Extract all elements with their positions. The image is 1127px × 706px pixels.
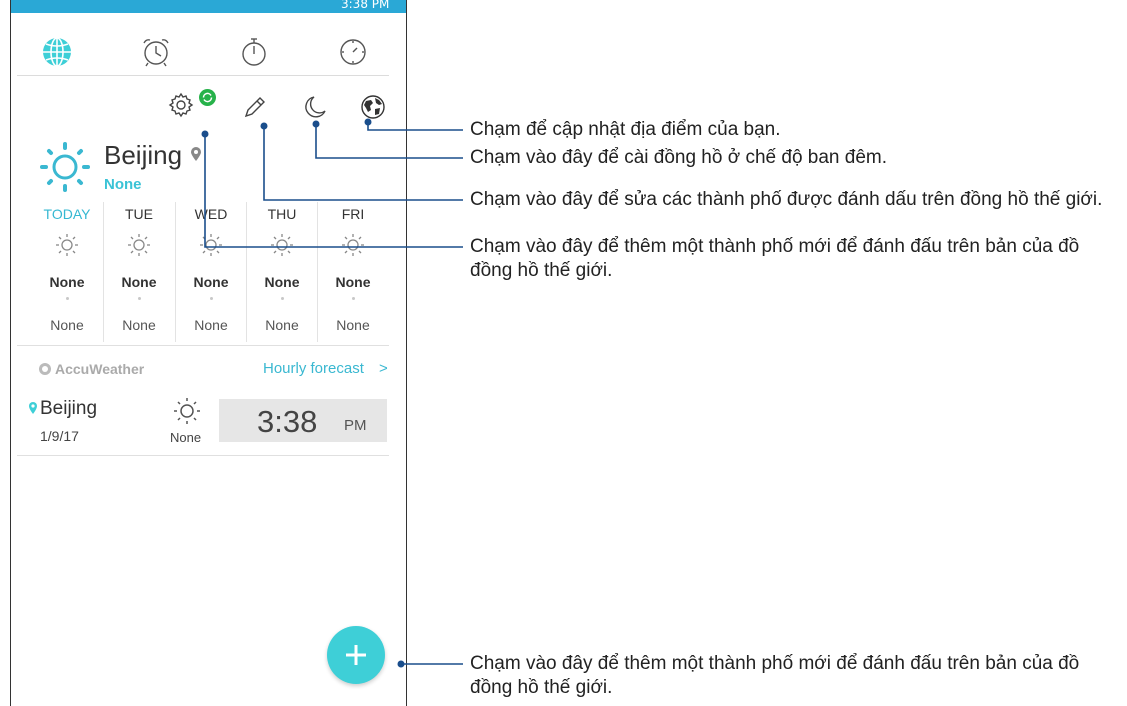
sun-icon xyxy=(200,234,222,256)
forecast-low: None xyxy=(336,317,370,333)
forecast-day-label: FRI xyxy=(341,206,365,222)
sun-icon xyxy=(174,398,200,424)
tab-world-clock[interactable] xyxy=(39,34,75,70)
forecast-day: THU None None xyxy=(246,202,316,342)
status-time: 3:38 PM xyxy=(341,0,390,11)
forecast-low: None xyxy=(50,317,84,333)
forecast-low: None xyxy=(194,317,228,333)
forecast-low: None xyxy=(265,317,299,333)
callout-update-location: Chạm để cập nhật địa điểm của bạn. xyxy=(470,119,781,140)
world-clock-ampm: PM xyxy=(344,417,367,434)
forecast-separator-dot xyxy=(352,297,355,300)
forecast-separator-dot xyxy=(138,297,141,300)
sun-icon xyxy=(271,234,293,256)
callout-edit-cities: Chạm vào đây để sửa các thành phố được đ… xyxy=(470,189,1103,210)
forecast-high: None xyxy=(335,274,371,290)
forecast-row: TODAY None None TUE None None WED None N… xyxy=(32,202,387,342)
settings-icon xyxy=(168,92,194,118)
night-mode-button[interactable] xyxy=(300,92,330,122)
sun-icon xyxy=(40,142,90,192)
world-clock-city[interactable]: Beijing xyxy=(40,398,97,420)
forecast-high: None xyxy=(49,274,85,290)
world-clock-time-box[interactable]: 3:38 PM xyxy=(219,399,387,442)
provider-logo: AccuWeather xyxy=(55,361,145,377)
edit-button[interactable] xyxy=(240,92,270,122)
sync-badge-icon xyxy=(199,89,216,106)
divider xyxy=(17,455,389,456)
tab-bar xyxy=(17,28,389,76)
timer-icon xyxy=(340,39,366,65)
tab-alarm[interactable] xyxy=(138,34,174,70)
forecast-day: TUE None None xyxy=(103,202,173,342)
forecast-low: None xyxy=(122,317,156,333)
sun-icon xyxy=(128,234,150,256)
alarm-clock-icon xyxy=(143,39,169,67)
divider xyxy=(17,345,389,346)
sun-icon xyxy=(342,234,364,256)
current-condition: None xyxy=(104,176,142,193)
callout-night-mode: Chạm vào đây để cài đồng hồ ở chế độ ban… xyxy=(470,147,888,168)
forecast-day: FRI None None xyxy=(317,202,387,342)
forecast-day-label: THU xyxy=(267,206,297,222)
world-clock-condition: None xyxy=(170,430,202,445)
forecast-day-label: TUE xyxy=(125,206,153,222)
moon-icon xyxy=(305,96,326,118)
forecast-high: None xyxy=(193,274,229,290)
edit-icon xyxy=(244,97,265,118)
hourly-forecast-link[interactable]: Hourly forecast xyxy=(263,360,364,377)
accuweather-sun-icon xyxy=(39,363,51,375)
tab-stopwatch[interactable] xyxy=(236,34,272,70)
forecast-separator-dot xyxy=(66,297,69,300)
callout-add-city-map: Chạm vào đây để thêm một thành phố mới đ… xyxy=(470,236,1080,281)
world-map-button[interactable] xyxy=(358,92,388,122)
forecast-high: None xyxy=(121,274,157,290)
earth-icon xyxy=(361,95,385,119)
location-pin-icon xyxy=(29,402,37,414)
forecast-day-label: WED xyxy=(194,206,228,222)
forecast-separator-dot xyxy=(210,297,213,300)
world-clock-date: 1/9/17 xyxy=(40,428,79,444)
forecast-high: None xyxy=(264,274,300,290)
chevron-right-icon[interactable]: > xyxy=(379,360,388,377)
settings-button[interactable] xyxy=(166,90,196,120)
status-bar: 3:38 PM xyxy=(11,0,406,13)
stopwatch-icon xyxy=(242,38,266,66)
sun-icon xyxy=(56,234,78,256)
callout-add-city-button: Chạm vào đây để thêm một thành phố mới đ… xyxy=(470,653,1080,698)
forecast-separator-dot xyxy=(281,297,284,300)
forecast-day: WED None None xyxy=(175,202,245,342)
tab-timer[interactable] xyxy=(335,34,371,70)
forecast-day-label: TODAY xyxy=(43,206,91,222)
world-clock-time: 3:38 xyxy=(257,404,318,439)
add-city-button[interactable] xyxy=(327,626,385,684)
current-city: Beijing xyxy=(104,140,183,170)
location-pin-icon xyxy=(191,147,201,161)
forecast-day: TODAY None None xyxy=(32,202,102,342)
plus-icon xyxy=(346,645,366,665)
globe-icon xyxy=(43,37,71,67)
